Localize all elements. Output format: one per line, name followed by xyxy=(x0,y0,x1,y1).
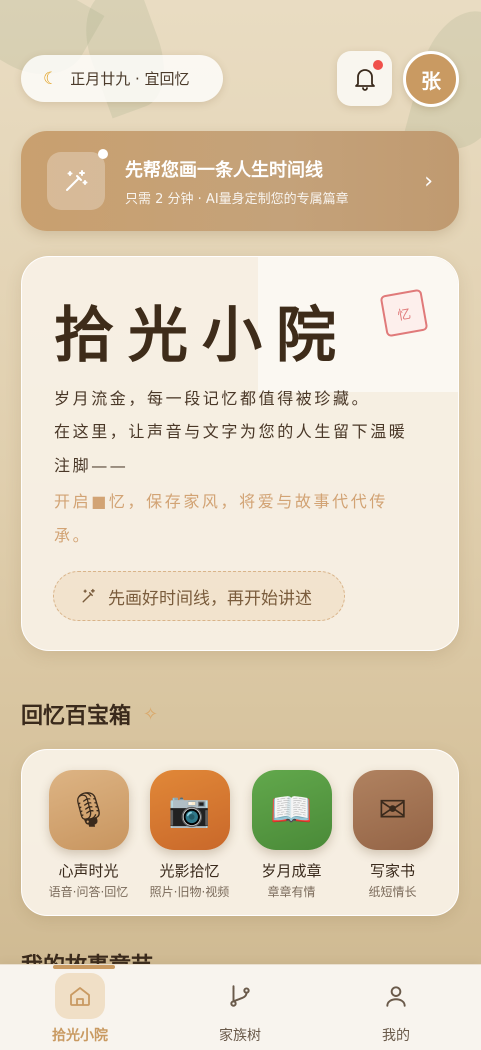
user-icon xyxy=(371,973,421,1019)
notification-dot xyxy=(373,60,383,70)
seal-text: 忆 xyxy=(396,306,413,324)
tool-name: 岁月成章 xyxy=(261,862,322,880)
hero-line-3: 注脚—— xyxy=(54,456,129,475)
tool-desc: 章章有情 xyxy=(267,885,316,899)
tab-profile[interactable]: 我的 xyxy=(316,965,476,1050)
banner-title: 先帮您画一条人生时间线 xyxy=(125,159,323,181)
hero-accent-line-1: 开启■忆，保存家风，将爱与故事代代传 xyxy=(54,492,388,511)
tool-family-letter[interactable]: ✉ 写家书 纸短情长 xyxy=(342,770,443,900)
tool-photo-memory[interactable]: 📷 光影拾忆 照片·旧物·视频 xyxy=(139,770,240,900)
toolbox-section-title: 回忆百宝箱 ✧ xyxy=(21,698,158,730)
toolbox-card: 🎙 心声时光 语音·问答·回忆 📷 光影拾忆 照片·旧物·视频 📖 岁月成章 章… xyxy=(21,749,459,916)
sparkle-icon: ✧ xyxy=(143,703,159,725)
bell-icon xyxy=(354,68,375,91)
banner-subtitle: 只需 2 分钟 · AI量身定制您的专属篇章 xyxy=(125,191,349,207)
timeline-banner[interactable]: 先帮您画一条人生时间线 只需 2 分钟 · AI量身定制您的专属篇章 › xyxy=(21,131,459,231)
book-icon: 📖 xyxy=(251,770,332,850)
avatar-initial: 张 xyxy=(421,68,441,93)
tab-family-tree-label: 家族树 xyxy=(219,1028,261,1044)
branch-icon xyxy=(215,973,265,1019)
tool-name: 写家书 xyxy=(369,862,415,880)
avatar[interactable]: 张 xyxy=(403,51,459,107)
tool-name: 光影拾忆 xyxy=(159,862,220,880)
tool-desc: 语音·问答·回忆 xyxy=(48,885,129,899)
magic-wand-icon-badge xyxy=(47,149,108,210)
hero-line-2: 在这里，让声音与文字为您的人生留下温暖 xyxy=(54,422,408,441)
hero-line-1: 岁月流金，每一段记忆都值得被珍藏。 xyxy=(54,389,371,408)
microphone-icon: 🎙 xyxy=(48,770,129,850)
hero-accent-line-2: 承。 xyxy=(54,526,92,545)
magic-wand-icon xyxy=(66,170,88,191)
start-timeline-label: 先画好时间线，再开始讲述 xyxy=(108,588,312,609)
tool-desc: 纸短情长 xyxy=(368,885,417,899)
chevron-right-icon: › xyxy=(424,168,433,194)
start-timeline-button[interactable]: 先画好时间线，再开始讲述 xyxy=(53,571,345,621)
tab-home[interactable]: 拾光小院 xyxy=(0,965,160,1050)
tab-profile-label: 我的 xyxy=(382,1028,410,1044)
tab-home-label: 拾光小院 xyxy=(52,1028,108,1044)
date-text: 正月廿九 · 宜回忆 xyxy=(70,70,190,88)
active-tab-indicator xyxy=(53,965,115,969)
camera-icon: 📷 xyxy=(149,770,230,850)
hero-card: 拾光小院 忆 岁月流金，每一段记忆都值得被珍藏。 在这里，让声音与文字为您的人生… xyxy=(21,256,459,651)
tool-name: 心声时光 xyxy=(58,862,119,880)
toolbox-title: 回忆百宝箱 xyxy=(21,704,132,729)
magic-wand-icon xyxy=(82,588,95,603)
date-pill: ☾ 正月廿九 · 宜回忆 xyxy=(21,55,223,102)
new-badge-dot xyxy=(98,149,108,159)
tab-family-tree[interactable]: 家族树 xyxy=(160,965,320,1050)
home-icon xyxy=(55,973,105,1019)
seal-stamp: 忆 xyxy=(379,288,429,338)
notification-button[interactable] xyxy=(337,51,392,106)
envelope-icon: ✉ xyxy=(352,770,433,850)
tool-voice-time[interactable]: 🎙 心声时光 语音·问答·回忆 xyxy=(38,770,139,900)
moon-icon: ☾ xyxy=(43,68,59,89)
tool-chapters[interactable]: 📖 岁月成章 章章有情 xyxy=(241,770,342,900)
tool-desc: 照片·旧物·视频 xyxy=(149,885,230,899)
bottom-tab-bar: 拾光小院 家族树 我的 xyxy=(0,964,481,1050)
hero-title: 拾光小院 xyxy=(54,301,350,371)
